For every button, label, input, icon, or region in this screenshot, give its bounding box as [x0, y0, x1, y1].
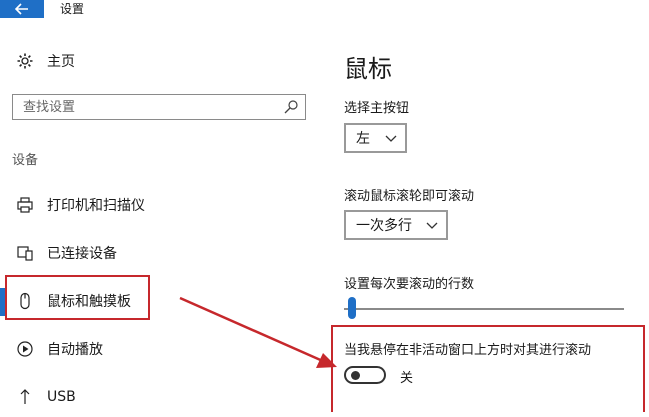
inactive-scroll-label: 当我悬停在非活动窗口上方时对其进行滚动 — [344, 343, 592, 358]
sidebar: 主页 设备 打印机和扫描仪 已连接设备 — [0, 18, 325, 405]
dropdown-value: 一次多行 — [356, 218, 412, 234]
annotation-highlight-box — [5, 275, 150, 320]
primary-button-label: 选择主按钮 — [344, 101, 410, 116]
wheel-scroll-dropdown[interactable]: 一次多行 — [344, 210, 448, 240]
sidebar-item-label: 已连接设备 — [47, 246, 117, 262]
sidebar-item-connected-devices[interactable]: 已连接设备 — [0, 233, 325, 273]
inactive-scroll-toggle[interactable] — [344, 366, 386, 384]
main-panel: 鼠标 选择主按钮 左 滚动鼠标滚轮即可滚动 一次多行 设置每次要滚动的行数 当我… — [325, 18, 649, 412]
wheel-scroll-label: 滚动鼠标滚轮即可滚动 — [344, 189, 475, 204]
window-title: 设置 — [60, 2, 85, 16]
gear-icon — [14, 50, 36, 72]
chevron-down-icon — [426, 222, 438, 229]
autoplay-icon — [14, 338, 36, 360]
section-heading: 设备 — [12, 153, 39, 168]
search-box[interactable] — [12, 94, 306, 120]
primary-button-dropdown[interactable]: 左 — [344, 123, 407, 153]
printer-icon — [14, 194, 36, 216]
back-button[interactable] — [0, 0, 44, 18]
sidebar-item-printers[interactable]: 打印机和扫描仪 — [0, 185, 325, 225]
sidebar-item-home[interactable]: 主页 — [0, 41, 325, 81]
sidebar-item-label: USB — [47, 389, 76, 405]
usb-icon — [14, 386, 36, 408]
title-bar: 设置 — [0, 0, 649, 18]
lines-slider-track[interactable] — [344, 308, 624, 310]
chevron-down-icon — [385, 135, 397, 142]
sidebar-item-label: 打印机和扫描仪 — [47, 198, 145, 214]
toggle-knob — [351, 371, 360, 380]
sidebar-item-label: 自动播放 — [47, 342, 103, 358]
sidebar-item-label: 主页 — [47, 54, 75, 70]
page-title: 鼠标 — [344, 55, 392, 83]
lines-to-scroll-label: 设置每次要滚动的行数 — [344, 277, 475, 292]
search-icon[interactable] — [283, 99, 299, 115]
sidebar-item-autoplay[interactable]: 自动播放 — [0, 329, 325, 369]
search-input[interactable] — [13, 95, 283, 119]
lines-slider-thumb[interactable] — [348, 297, 357, 319]
arrow-left-icon — [15, 3, 28, 15]
sidebar-item-usb[interactable]: USB — [0, 377, 325, 417]
devices-icon — [14, 242, 36, 264]
toggle-state-label: 关 — [400, 371, 414, 386]
dropdown-value: 左 — [356, 131, 370, 147]
